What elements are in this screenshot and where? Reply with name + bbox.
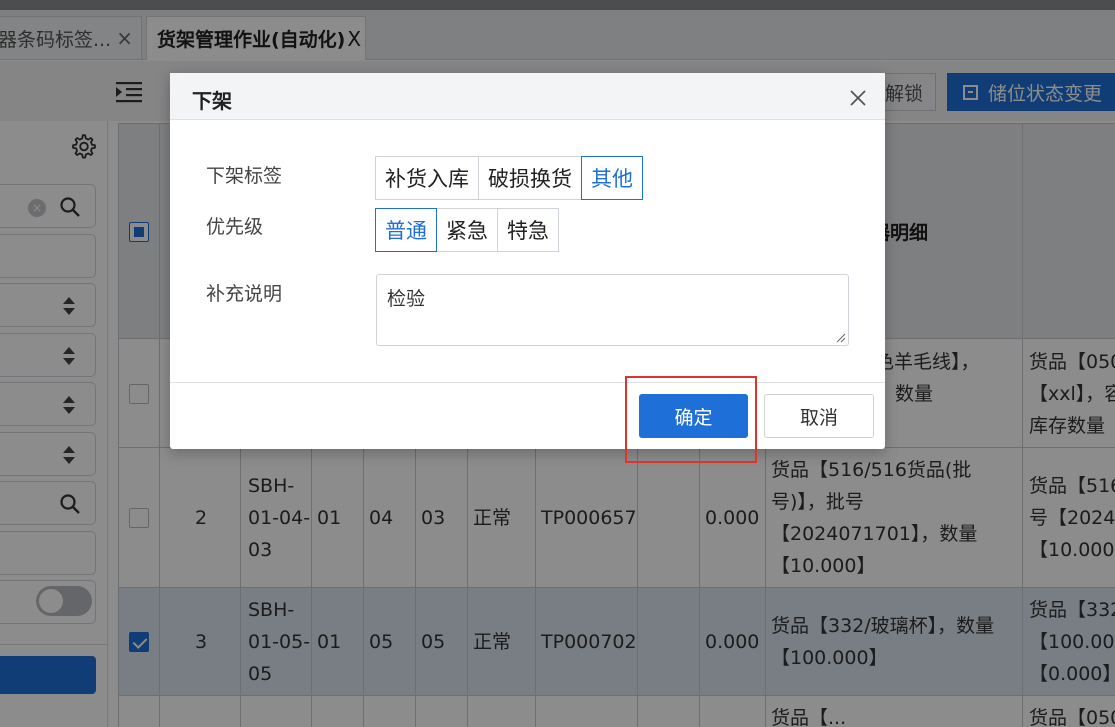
note-value: 检验 [387, 288, 426, 310]
tag-option-damage-exchange[interactable]: 破损换货 [478, 156, 582, 200]
tag-label: 下架标签 [206, 165, 283, 187]
note-label: 补充说明 [206, 283, 283, 305]
priority-selector: 普通 紧急 特急 [375, 208, 559, 252]
priority-option-critical[interactable]: 特急 [497, 208, 559, 252]
resize-grip-icon[interactable] [836, 333, 846, 343]
close-icon[interactable] [849, 89, 867, 107]
dialog-header: 下架 [170, 73, 885, 120]
note-textarea[interactable]: 检验 [376, 274, 849, 346]
dialog-title: 下架 [192, 89, 232, 113]
tag-selector: 补货入库 破损换货 其他 [375, 156, 643, 200]
confirm-highlight-box [625, 376, 757, 463]
priority-label: 优先级 [206, 216, 264, 238]
tag-option-other[interactable]: 其他 [581, 156, 643, 200]
dialog-footer-divider [170, 382, 885, 383]
unshelve-dialog: 下架 下架标签 补货入库 破损换货 其他 优先级 普通 紧急 特急 补充说明 检… [170, 73, 885, 449]
cancel-button[interactable]: 取消 [764, 394, 874, 438]
priority-option-urgent[interactable]: 紧急 [436, 208, 498, 252]
priority-option-normal[interactable]: 普通 [375, 208, 437, 252]
tag-option-restock[interactable]: 补货入库 [375, 156, 479, 200]
